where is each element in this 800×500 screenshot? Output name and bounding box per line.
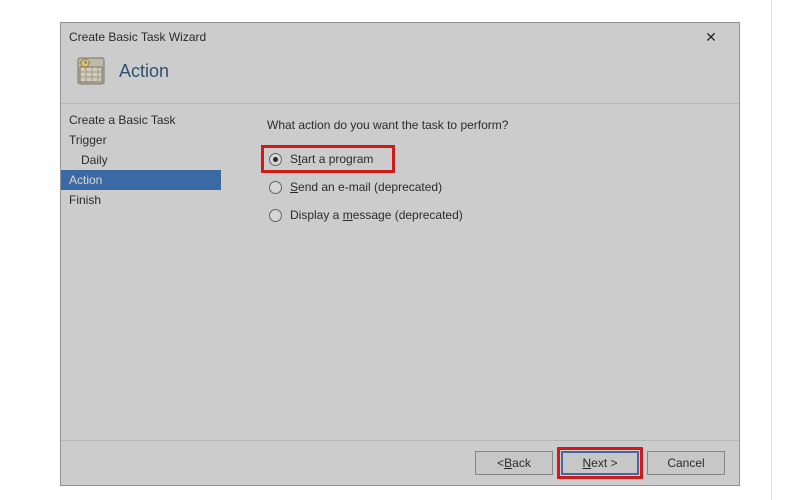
back-button-key: B [504,456,512,470]
window-title: Create Basic Task Wizard [69,30,206,44]
page-heading: Action [119,61,169,82]
sidebar-step-0[interactable]: Create a Basic Task [61,110,221,130]
sidebar-step-1[interactable]: Trigger [61,130,221,150]
wizard-header: Action [61,51,739,104]
radio-icon[interactable] [269,181,282,194]
radio-icon[interactable] [269,209,282,222]
action-options: Start a program Send an e-mail (deprecate… [221,150,727,224]
wizard-steps-sidebar: Create a Basic TaskTriggerDailyActionFin… [61,104,221,440]
option-label: Start a program [290,152,373,166]
action-option-2[interactable]: Display a message (deprecated) [267,206,469,224]
wizard-main: What action do you want the task to perf… [221,104,739,440]
sidebar-step-3[interactable]: Action [61,170,221,190]
sidebar-step-2[interactable]: Daily [61,150,221,170]
next-button-post: ext > [591,456,617,470]
action-option-0[interactable]: Start a program [267,150,379,168]
wizard-dialog: Create Basic Task Wizard ✕ [60,22,740,486]
cancel-button[interactable]: Cancel [647,451,725,475]
wizard-footer: < Back Next > Cancel [61,440,739,485]
back-button-pre: < [497,456,504,470]
prompt-text: What action do you want the task to perf… [221,112,727,150]
next-button[interactable]: Next > [561,451,639,475]
close-icon[interactable]: ✕ [691,25,731,49]
wizard-schedule-icon [77,57,105,85]
wizard-body: Create a Basic TaskTriggerDailyActionFin… [61,104,739,440]
option-label: Display a message (deprecated) [290,208,463,222]
action-option-1[interactable]: Send an e-mail (deprecated) [267,178,448,196]
titlebar: Create Basic Task Wizard ✕ [61,23,739,51]
page-divider [771,0,772,500]
next-button-key: N [582,456,591,470]
radio-icon[interactable] [269,153,282,166]
back-button[interactable]: < Back [475,451,553,475]
option-label: Send an e-mail (deprecated) [290,180,442,194]
sidebar-step-4[interactable]: Finish [61,190,221,210]
back-button-post: ack [512,456,531,470]
